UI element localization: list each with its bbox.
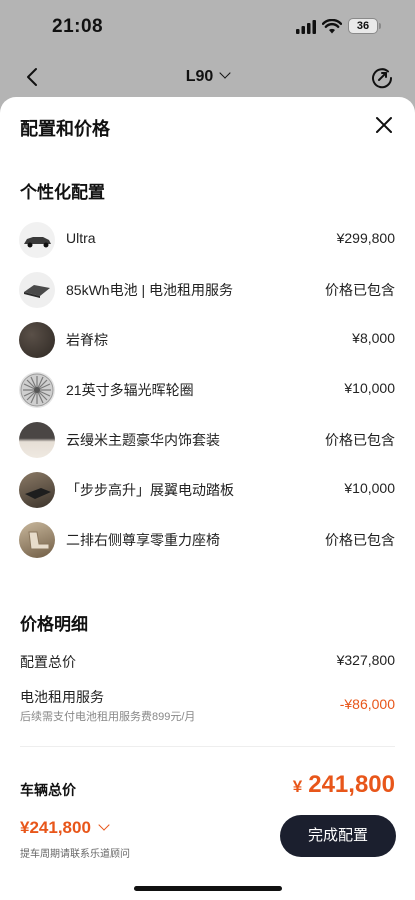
wifi-icon xyxy=(322,19,342,34)
config-total-label: 配置总价 xyxy=(20,654,76,670)
config-total-value: ¥327,800 xyxy=(336,652,395,668)
config-price-sheet: 配置和价格 个性化配置 Ultra ¥299,800 85kWh电池 | 电池租… xyxy=(0,97,415,900)
battery-rental-label: 电池租用服务 xyxy=(20,689,104,705)
item-price: ¥10,000 xyxy=(344,480,395,496)
vehicle-total-amount: 241,800 xyxy=(308,771,395,798)
battery-icon: 36 xyxy=(348,18,378,34)
item-name: 云缦米主题豪华内饰套装 xyxy=(66,432,220,448)
chevron-down-icon xyxy=(98,819,110,831)
item-price: ¥10,000 xyxy=(344,380,395,396)
battery-level: 36 xyxy=(356,20,370,32)
item-price: 价格已包含 xyxy=(325,532,395,548)
color-swatch xyxy=(19,322,55,358)
item-price: ¥8,000 xyxy=(352,330,395,346)
item-name: 二排右侧尊享零重力座椅 xyxy=(66,532,220,548)
footer-price: ¥241,800 xyxy=(20,818,91,837)
item-price: ¥299,800 xyxy=(336,230,395,246)
top-nav: L90 xyxy=(0,56,415,100)
config-item-color: 岩脊棕 ¥8,000 xyxy=(0,315,415,365)
config-item-step: 「步步高升」展翼电动踏板 ¥10,000 xyxy=(0,465,415,515)
battery-cap xyxy=(379,23,381,29)
battery-pack-thumbnail xyxy=(19,272,55,308)
step-thumbnail xyxy=(19,472,55,508)
wheel-thumbnail xyxy=(19,372,55,408)
sheet-title: 配置和价格 xyxy=(20,119,110,139)
close-icon[interactable] xyxy=(374,115,394,135)
price-section-title: 价格明细 xyxy=(20,615,88,634)
car-thumbnail xyxy=(19,222,55,258)
item-price: 价格已包含 xyxy=(325,432,395,448)
cellular-signal-icon xyxy=(296,20,316,34)
battery-rental-value: -¥86,000 xyxy=(339,696,395,712)
currency-symbol: ¥ xyxy=(292,777,303,796)
config-item-interior: 云缦米主题豪华内饰套装 价格已包含 xyxy=(0,415,415,465)
config-item-battery: 85kWh电池 | 电池租用服务 价格已包含 xyxy=(0,265,415,315)
config-item-wheels: 21英寸多辐光晖轮圈 ¥10,000 xyxy=(0,365,415,415)
footer-price-toggle[interactable]: ¥241,800 xyxy=(20,818,110,838)
vehicle-total-value: ¥241,800 xyxy=(293,771,395,799)
item-price: 价格已包含 xyxy=(325,282,395,298)
home-indicator xyxy=(134,886,282,891)
complete-config-button[interactable]: 完成配置 xyxy=(280,815,396,857)
config-section-title: 个性化配置 xyxy=(20,183,105,202)
footer-note: 提车周期请联系乐道顾问 xyxy=(20,849,130,860)
item-name: 85kWh电池 | 电池租用服务 xyxy=(66,282,233,298)
battery-rental-note: 后续需支付电池租用服务费899元/月 xyxy=(20,711,196,723)
item-name: 岩脊棕 xyxy=(66,332,108,348)
item-name: 「步步高升」展翼电动踏板 xyxy=(66,482,234,498)
divider xyxy=(20,746,395,747)
status-time: 21:08 xyxy=(52,16,104,37)
item-name: Ultra xyxy=(66,230,96,246)
item-name: 21英寸多辐光晖轮圈 xyxy=(66,382,194,398)
config-item-ultra: Ultra ¥299,800 xyxy=(0,215,415,265)
share-refresh-icon[interactable] xyxy=(370,66,394,90)
model-selector[interactable]: L90 xyxy=(0,67,415,86)
interior-swatch xyxy=(19,422,55,458)
chevron-down-icon xyxy=(219,67,231,79)
status-bar: 21:08 36 xyxy=(0,0,415,56)
nav-title: L90 xyxy=(185,68,214,85)
vehicle-total-label: 车辆总价 xyxy=(20,782,76,798)
seat-thumbnail xyxy=(19,522,55,558)
config-item-seat: 二排右侧尊享零重力座椅 价格已包含 xyxy=(0,515,415,565)
